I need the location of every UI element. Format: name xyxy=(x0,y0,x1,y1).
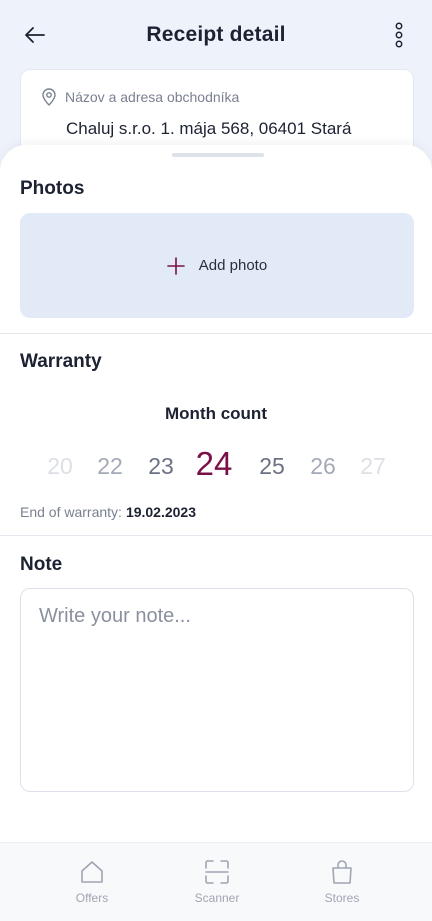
month-option[interactable]: 27 xyxy=(348,453,398,480)
page-title: Receipt detail xyxy=(146,23,286,46)
nav-item-offers[interactable]: Offers xyxy=(47,859,137,905)
divider xyxy=(0,535,432,536)
month-option[interactable]: 26 xyxy=(298,453,348,480)
month-option[interactable]: 22 xyxy=(85,453,135,480)
month-option[interactable]: 20 xyxy=(35,453,85,480)
photos-title: Photos xyxy=(20,178,85,199)
detail-sheet: Photos Add photo Warranty Month count 20… xyxy=(0,145,432,921)
add-photo-button[interactable]: Add photo xyxy=(20,213,414,318)
nav-item-stores[interactable]: Stores xyxy=(297,859,387,905)
home-icon xyxy=(81,861,103,883)
shopping-bag-icon xyxy=(332,860,352,884)
nav-item-scanner[interactable]: Scanner xyxy=(172,859,262,905)
merchant-label-row: Názov a adresa obchodníka xyxy=(41,88,239,106)
month-option-selected[interactable]: 24 xyxy=(189,445,239,483)
arrow-left-icon xyxy=(25,27,45,43)
merchant-label: Názov a adresa obchodníka xyxy=(65,89,240,105)
merchant-value: Chaluj s.r.o. 1. mája 568, 06401 Stará xyxy=(66,119,352,138)
add-photo-label: Add photo xyxy=(198,257,268,274)
nav-label-stores: Stores xyxy=(324,891,360,905)
back-button[interactable] xyxy=(18,18,52,52)
end-of-warranty-date: 19.02.2023 xyxy=(125,504,197,520)
month-picker[interactable]: 20 22 23 24 25 26 27 xyxy=(0,445,432,489)
month-count-label: Month count xyxy=(165,404,267,423)
location-pin-icon xyxy=(42,88,56,106)
note-title: Note xyxy=(20,554,63,575)
more-vertical-icon xyxy=(395,22,403,48)
end-of-warranty: End of warranty: 19.02.2023 xyxy=(20,504,196,520)
nav-label-offers: Offers xyxy=(75,891,109,905)
end-of-warranty-label: End of warranty: xyxy=(20,504,122,520)
divider xyxy=(0,333,432,334)
bottom-navigation: Offers Scanner Stores xyxy=(0,842,432,921)
warranty-title: Warranty xyxy=(20,351,102,372)
sheet-grabber[interactable] xyxy=(172,153,264,157)
note-input[interactable] xyxy=(20,588,414,792)
app-header: Receipt detail xyxy=(0,0,432,70)
nav-label-scanner: Scanner xyxy=(194,891,240,905)
plus-icon xyxy=(166,256,185,275)
month-option[interactable]: 23 xyxy=(136,453,186,480)
more-options-button[interactable] xyxy=(384,18,414,52)
month-option[interactable]: 25 xyxy=(247,453,297,480)
scan-icon xyxy=(205,860,229,884)
